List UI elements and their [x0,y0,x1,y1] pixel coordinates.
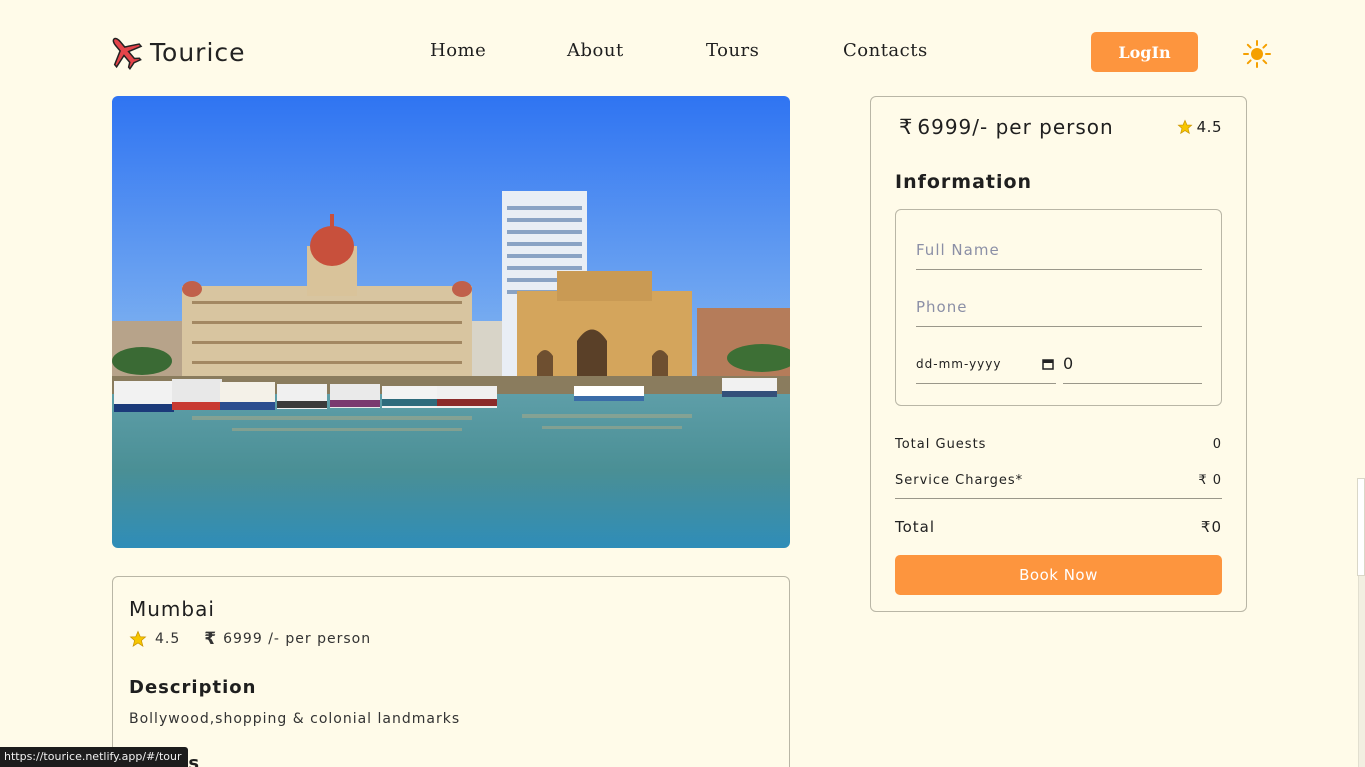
tour-rating: 4.5 [129,630,180,648]
information-title: Information [895,171,1033,193]
tour-city: Mumbai [129,597,215,621]
total-guests-value: 0 [1212,437,1222,452]
description-text: Bollywood,shopping & colonial landmarks [129,711,461,727]
tour-details-card: Mumbai 4.5 ₹ 6999 /- per person Descript… [112,576,790,767]
description-title: Description [129,677,257,698]
total-value: ₹0 [1200,518,1222,536]
booking-card: ₹ 6999/- per person 4.5 Information dd-m… [870,96,1247,612]
booking-price-text: 6999/- per person [917,115,1114,139]
date-input[interactable]: dd-mm-yyyy [916,344,1056,384]
date-placeholder: dd-mm-yyyy [916,356,1002,371]
tour-rating-value: 4.5 [155,631,181,647]
calendar-icon[interactable] [1042,358,1054,370]
tour-meta: 4.5 ₹ 6999 /- per person [129,629,371,649]
sun-icon[interactable] [1243,40,1271,68]
tour-price: ₹ 6999 /- per person [204,629,371,649]
booking-price: ₹ 6999/- per person [899,115,1114,139]
status-bar-url: https://tourice.netlify.app/#/tour [0,747,188,767]
book-now-button[interactable]: Book Now [895,555,1222,595]
divider [895,498,1222,499]
guests-value: 0 [1063,354,1074,373]
booking-form: dd-mm-yyyy 0 [895,209,1222,406]
service-charges-label: Service Charges* [895,473,1024,488]
service-charges-row: Service Charges* ₹ 0 [895,473,1222,488]
booking-rating-value: 4.5 [1196,118,1222,136]
rupee-icon: ₹ [899,115,914,139]
total-row: Total ₹0 [895,518,1222,536]
airplane-logo-icon [112,37,143,70]
nav-about[interactable]: About [567,40,624,61]
star-icon [1177,119,1193,135]
tour-hero-image [112,96,790,548]
rupee-icon: ₹ [204,629,218,649]
brand-name: Tourice [150,37,246,67]
nav-contacts[interactable]: Contacts [843,40,928,61]
full-name-input[interactable] [916,230,1202,270]
service-charges-value: ₹ 0 [1198,473,1222,488]
star-icon [129,630,147,647]
total-guests-row: Total Guests 0 [895,437,1222,452]
header: Tourice Home About Tours Contacts LogIn [0,0,1365,96]
total-label: Total [895,518,936,536]
booking-rating: 4.5 [1177,118,1222,136]
guests-input[interactable]: 0 [1063,344,1202,384]
tour-price-text: 6999 /- per person [223,631,372,647]
nav-home[interactable]: Home [430,40,486,61]
total-guests-label: Total Guests [895,437,987,452]
scrollbar-thumb[interactable] [1357,478,1365,576]
nav-tours[interactable]: Tours [706,40,759,61]
page-scrollbar[interactable] [1357,478,1365,767]
phone-input[interactable] [916,287,1202,327]
login-button[interactable]: LogIn [1091,32,1198,72]
brand-logo[interactable]: Tourice [106,33,246,71]
